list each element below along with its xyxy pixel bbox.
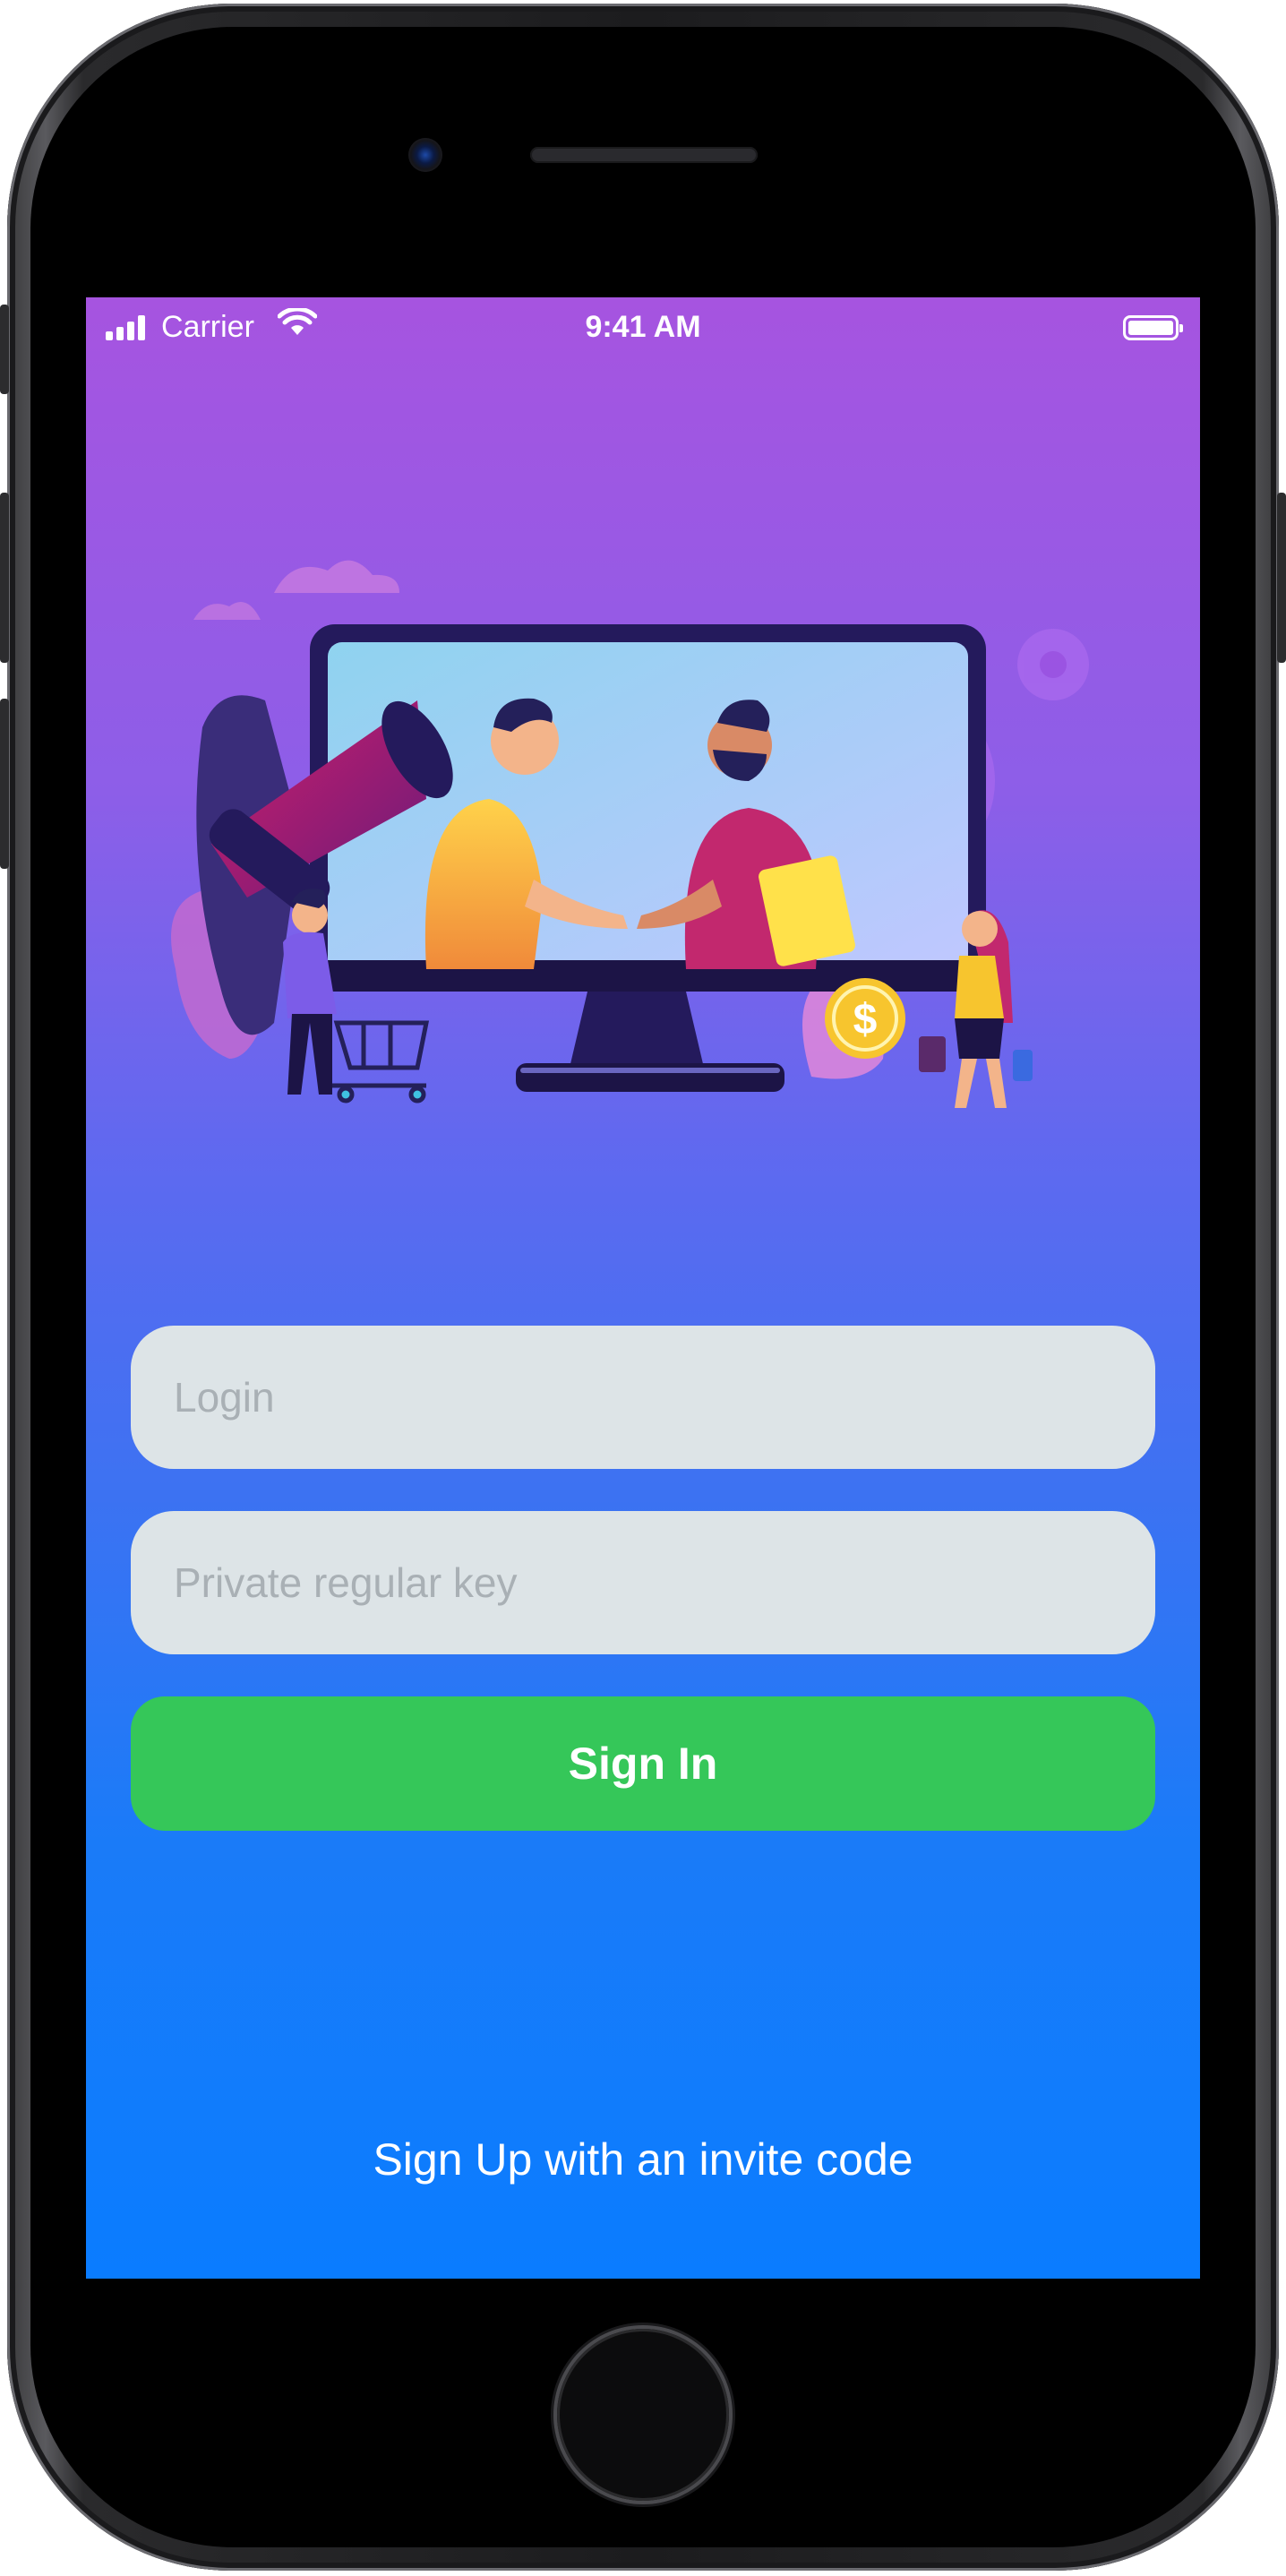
volume-down-button xyxy=(0,699,9,869)
battery-icon xyxy=(1123,315,1183,340)
cloud-shape xyxy=(274,560,399,593)
coin-icon: $ xyxy=(825,978,905,1059)
volume-up-button xyxy=(0,493,9,663)
cloud-shape-small xyxy=(193,602,261,620)
gear-icon-small xyxy=(1017,629,1089,700)
sign-up-invite-link[interactable]: Sign Up with an invite code xyxy=(86,2134,1200,2185)
silent-switch xyxy=(0,305,9,394)
sign-in-button[interactable]: Sign In xyxy=(131,1696,1155,1831)
earpiece-speaker xyxy=(530,147,758,163)
cart-icon xyxy=(332,1020,430,1103)
login-input[interactable] xyxy=(131,1326,1155,1469)
monitor-stand xyxy=(570,992,704,1068)
private-key-input[interactable] xyxy=(131,1511,1155,1654)
monitor-base xyxy=(516,1063,784,1092)
home-button[interactable] xyxy=(557,2329,729,2501)
handshake-illustration: $ xyxy=(171,560,1089,1108)
front-camera xyxy=(408,138,442,172)
status-time: 9:41 AM xyxy=(585,310,701,344)
status-bar: Carrier 9:41 AM xyxy=(86,297,1200,356)
power-button xyxy=(1277,493,1286,663)
svg-text:$: $ xyxy=(853,996,878,1043)
app-screen: Carrier 9:41 AM $ Login Sign In Sign Up … xyxy=(86,297,1200,2279)
